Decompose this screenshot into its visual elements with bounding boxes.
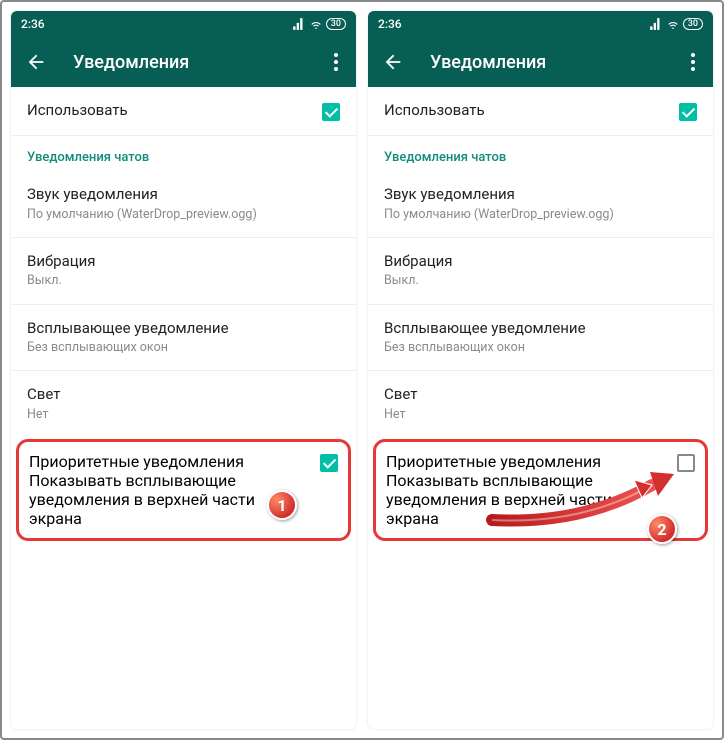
section-header-chats: Уведомления чатов [368,136,713,171]
annotation-badge-2: 2 [647,514,677,544]
battery-icon: 30 [683,18,703,30]
app-bar: Уведомления [368,37,713,87]
status-bar: 2:36 30 [11,11,356,37]
back-arrow-icon[interactable] [25,51,47,73]
subtext: Без всплывающих окон [384,340,685,356]
label: Вибрация [27,252,328,272]
page-title: Уведомления [430,52,661,73]
row-use-notifications[interactable]: Использовать [368,87,713,136]
signal-icon [649,17,663,31]
checkbox-use[interactable] [322,103,340,121]
signal-icon [292,17,306,31]
status-icons: 30 [649,17,703,31]
subtext: Выкл. [384,273,685,289]
battery-icon: 30 [326,18,346,30]
label: Звук уведомления [384,185,685,205]
settings-list: Использовать Уведомления чатов Звук увед… [11,87,356,729]
label: Использовать [384,101,667,121]
row-popup[interactable]: Всплывающее уведомление Без всплывающих … [368,305,713,372]
row-popup[interactable]: Всплывающее уведомление Без всплывающих … [11,305,356,372]
checkbox-priority-checked[interactable] [320,454,338,472]
status-bar: 2:36 30 [368,11,713,37]
back-arrow-icon[interactable] [382,51,404,73]
checkbox-use[interactable] [679,103,697,121]
row-vibration[interactable]: Вибрация Выкл. [368,238,713,305]
clock: 2:36 [378,17,402,31]
row-notification-sound[interactable]: Звук уведомления По умолчанию (WaterDrop… [368,171,713,238]
overflow-menu-icon[interactable] [330,49,342,75]
label: Всплывающее уведомление [27,319,328,339]
label: Свет [27,385,328,405]
subtext: Выкл. [27,273,328,289]
status-icons: 30 [292,17,346,31]
label: Приоритетные уведомления [386,452,667,471]
row-light[interactable]: Свет Нет [11,371,356,437]
subtext: Нет [384,407,685,423]
clock: 2:36 [21,17,45,31]
settings-list: Использовать Уведомления чатов Звук увед… [368,87,713,729]
phone-screenshot-1: 2:36 30 Уведомления Использовать Уведомл… [11,11,356,729]
label: Вибрация [384,252,685,272]
annotation-badge-1: 1 [267,490,297,520]
subtext: Без всплывающих окон [27,340,328,356]
overflow-menu-icon[interactable] [687,49,699,75]
label: Всплывающее уведомление [384,319,685,339]
label: Использовать [27,101,310,121]
label: Свет [384,385,685,405]
subtext: Нет [27,407,328,423]
subtext: По умолчанию (WaterDrop_preview.ogg) [384,207,685,223]
row-light[interactable]: Свет Нет [368,371,713,437]
subtext: По умолчанию (WaterDrop_preview.ogg) [27,207,328,223]
page-title: Уведомления [73,52,304,73]
app-bar: Уведомления [11,37,356,87]
row-priority-highlighted[interactable]: Приоритетные уведомления Показывать вспл… [16,439,351,541]
label: Звук уведомления [27,185,328,205]
row-use-notifications[interactable]: Использовать [11,87,356,136]
wifi-icon [309,17,323,31]
row-vibration[interactable]: Вибрация Выкл. [11,238,356,305]
checkbox-priority-unchecked[interactable] [677,454,695,472]
wifi-icon [666,17,680,31]
label: Приоритетные уведомления [29,452,310,471]
row-notification-sound[interactable]: Звук уведомления По умолчанию (WaterDrop… [11,171,356,238]
section-header-chats: Уведомления чатов [11,136,356,171]
subtext: Показывать всплывающие уведомления в вер… [386,471,667,528]
phone-screenshot-2: 2:36 30 Уведомления Использовать Уведомл… [368,11,713,729]
